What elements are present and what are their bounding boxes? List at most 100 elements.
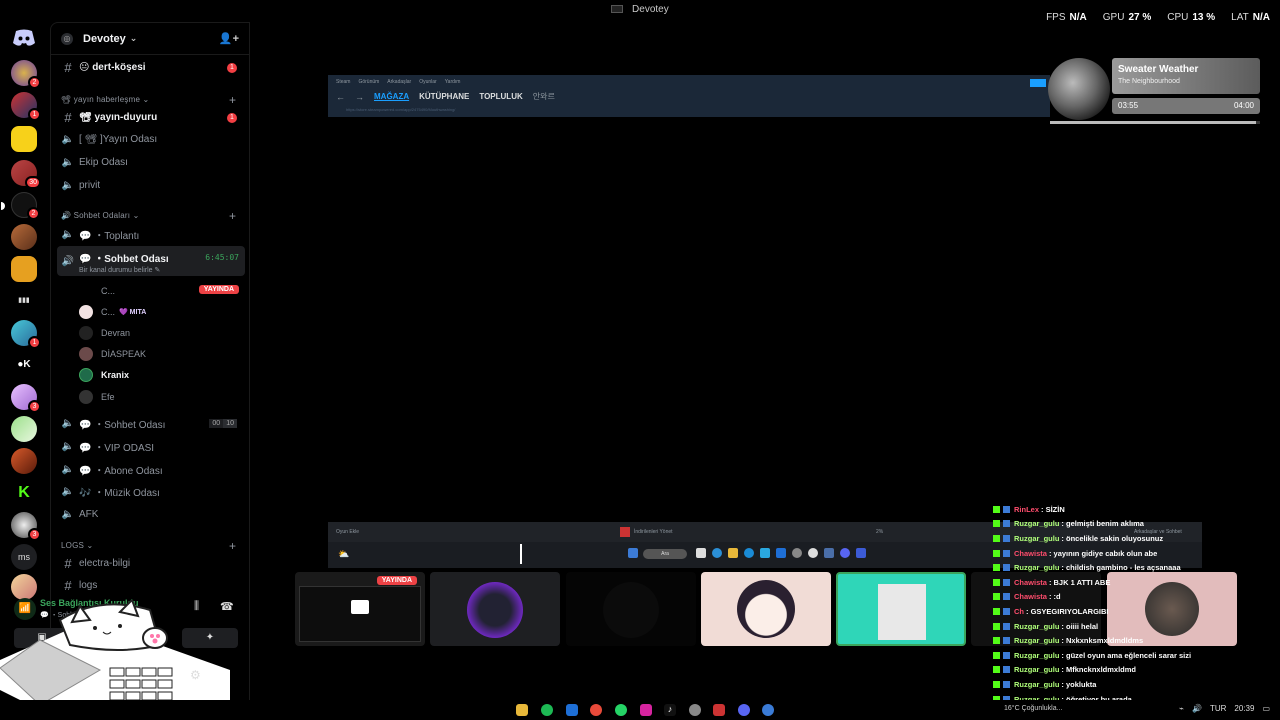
menu-help[interactable]: Yardım [445, 79, 461, 85]
server-icon[interactable]: 30 [11, 160, 41, 189]
chrome-icon[interactable] [590, 704, 602, 716]
file-explorer-icon[interactable] [516, 704, 528, 716]
settings-icon[interactable] [792, 548, 802, 558]
voice-timer: 6:45:07 [205, 252, 239, 262]
task-view-icon[interactable] [696, 548, 706, 558]
back-arrow-icon[interactable]: ← [336, 92, 345, 102]
forward-arrow-icon[interactable]: → [355, 92, 364, 102]
channel-vip-odasi[interactable]: 🔈 💬 ・VIP ODASI [57, 436, 245, 457]
add-user-icon[interactable]: 👤+ [219, 32, 239, 45]
voice-user[interactable]: Devran [79, 323, 130, 343]
browser-icon[interactable] [762, 704, 774, 716]
language-indicator[interactable]: TUR [1210, 704, 1226, 713]
tab-library[interactable]: KÜTÜPHANE [419, 92, 469, 101]
server-header[interactable]: ◎ Devotey ⌄ 👤+ [51, 23, 249, 55]
taskbar-search[interactable]: Ara [643, 549, 687, 559]
channel-muzik-odasi[interactable]: 🔈 🎶 ・Müzik Odası [57, 481, 245, 502]
volume-icon[interactable]: 🔊 [1192, 704, 1202, 713]
category-sohbet[interactable]: 🔊 Sohbet Odaları ⌄ + [61, 209, 236, 223]
server-icon-devotey[interactable]: 2 [1, 192, 40, 220]
category-yayin[interactable]: 📽 yayın haberleşme ⌄ + [61, 93, 236, 107]
channel-toplanti[interactable]: 🔈 💬 ・Toplantı [57, 224, 245, 245]
platform-badge-icon [1003, 564, 1010, 572]
server-icon[interactable]: ●K [11, 352, 37, 378]
weather-widget[interactable]: 16°C Çoğunlukla... [1004, 705, 1062, 712]
tab-store[interactable]: MAĞAZA [374, 92, 409, 101]
server-icon-ms[interactable]: ms [11, 544, 37, 570]
spotify-icon[interactable] [541, 704, 553, 716]
server-icon[interactable]: 3 [11, 512, 41, 541]
category-logs[interactable]: LOGS ⌄ + [61, 539, 236, 553]
channel-electra-bilgi[interactable]: # electra-bilgi [57, 553, 245, 574]
server-icon[interactable] [11, 224, 37, 250]
channel-sohbet-odasi-active[interactable]: 🔊 💬 ・Sohbet Odası Bir kanal durumu belir… [57, 246, 245, 276]
add-channel-icon[interactable]: + [229, 539, 236, 553]
tab-profile[interactable]: 안와르 [533, 91, 555, 102]
channel-yayin-odasi[interactable]: 🔈 [ 📽 ]Yayın Odası [57, 129, 245, 150]
network-icon[interactable]: ⌁ [1179, 704, 1184, 713]
add-channel-icon[interactable]: + [229, 209, 236, 223]
steam-taskbar-icon[interactable] [808, 548, 818, 558]
server-icon[interactable]: 1 [11, 320, 41, 349]
channel-afk[interactable]: 🔈 AFK [57, 504, 245, 525]
channel-ekip-odasi[interactable]: 🔈 Ekip Odası [57, 152, 245, 173]
channel-privit[interactable]: 🔈 privit [57, 175, 245, 196]
channel-yayin-duyuru[interactable]: # 📽 yayın-duyuru 1 [57, 107, 245, 128]
voice-user[interactable]: C... 💜 MITA [79, 302, 146, 322]
server-icon[interactable] [11, 448, 37, 474]
discord-taskbar-icon[interactable] [738, 704, 750, 716]
server-icon[interactable]: 2 [11, 60, 41, 89]
edge-icon[interactable] [712, 548, 722, 558]
clock[interactable]: 20:39 [1234, 704, 1254, 713]
voice-user-speaking[interactable]: Kranix [79, 365, 129, 385]
steam-notification-icon[interactable] [1030, 79, 1046, 87]
server-icon[interactable] [11, 416, 37, 442]
notification-icon[interactable]: ▭ [1262, 704, 1270, 713]
song-title: Sweater Weather [1118, 64, 1199, 75]
outlook-icon[interactable] [776, 548, 786, 558]
speaker-icon: 🔊 [61, 255, 75, 267]
browser-icon[interactable] [744, 548, 754, 558]
settings-gear-icon[interactable]: ⚙ [190, 668, 201, 682]
tiktok-icon[interactable]: ♪ [664, 704, 676, 716]
channel-abone-odasi[interactable]: 🔈 💬 ・Abone Odası [57, 459, 245, 480]
voice-user[interactable]: C... [79, 281, 115, 301]
downloads-label[interactable]: İndirilenleri Yönet [634, 529, 673, 535]
server-icon[interactable]: 3 [11, 384, 41, 413]
add-channel-icon[interactable]: + [229, 93, 236, 107]
app-icon[interactable] [713, 704, 725, 716]
stream-tile-speaking[interactable] [836, 572, 966, 646]
settings-icon[interactable] [689, 704, 701, 716]
whatsapp-icon[interactable] [615, 704, 627, 716]
channel-dert-kosesi[interactable]: # 😐 dert-köşesi 1 [57, 57, 245, 78]
tab-community[interactable]: TOPLULUK [479, 92, 522, 101]
stream-tile-user[interactable] [430, 572, 560, 646]
channel-status[interactable]: Bir kanal durumu belirle ✎ [79, 266, 160, 274]
folder-icon[interactable] [728, 548, 738, 558]
menu-view[interactable]: Görünüm [358, 79, 379, 85]
stream-tile-screenshare[interactable]: YAYINDA [295, 572, 425, 646]
store-icon[interactable] [760, 548, 770, 558]
stream-tile-user[interactable] [701, 572, 831, 646]
discord-home-icon[interactable] [12, 28, 36, 48]
kick-server-icon[interactable]: K [11, 480, 37, 506]
start-icon[interactable] [628, 548, 638, 558]
add-game-button[interactable]: Oyun Ekle [336, 529, 359, 535]
server-icon[interactable]: ▮▮▮ [11, 288, 37, 314]
outlook-icon[interactable] [566, 704, 578, 716]
menu-friends[interactable]: Arkadaşlar [387, 79, 411, 85]
menu-games[interactable]: Oyunlar [419, 79, 437, 85]
steam-active-icon[interactable] [824, 548, 834, 558]
server-icon[interactable]: 1 [11, 92, 41, 121]
menu-steam[interactable]: Steam [336, 79, 350, 85]
discord-taskbar-icon[interactable] [840, 548, 850, 558]
instagram-icon[interactable] [640, 704, 652, 716]
voice-user[interactable]: DİASPEAK [79, 344, 146, 364]
stream-tile-user[interactable] [566, 572, 696, 646]
user-limit-counter: 00 10 [209, 419, 237, 428]
server-icon[interactable] [11, 126, 37, 152]
channel-sohbet-odasi-2[interactable]: 🔈 💬 ・Sohbet Odası 00 10 [57, 413, 245, 434]
app-icon[interactable] [856, 548, 866, 558]
server-icon[interactable] [11, 256, 37, 282]
voice-user[interactable]: Efe [79, 387, 115, 407]
